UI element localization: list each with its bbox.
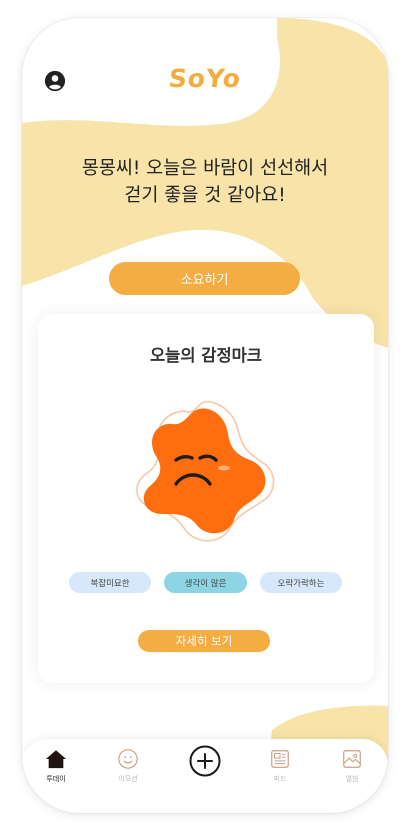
sad-orange-blob-icon (136, 401, 275, 542)
tab-album[interactable]: 앨범 (325, 748, 379, 792)
bottom-tab-bar: 투데이 이모션 피드 앨범 (22, 739, 388, 813)
tab-emotion-label: 이모션 (118, 775, 138, 783)
feed-icon (271, 750, 289, 768)
tab-feed-label: 피드 (273, 775, 287, 783)
emotion-card-title: 오늘의 감정마크 (149, 346, 262, 365)
emotion-tag-list: 복잡미묘한 생각이 많은 오락가락하는 (38, 572, 374, 594)
add-circle-icon (189, 745, 221, 777)
emotion-tag[interactable]: 오락가락하는 (260, 572, 342, 593)
walk-button[interactable]: 소요하기 (109, 262, 300, 295)
greeting-line-2: 걷기 좋을 것 같아요! (124, 185, 286, 206)
detail-view-button[interactable]: 자세히 보기 (138, 630, 270, 652)
emotion-tag[interactable]: 복잡미묘한 (69, 572, 151, 593)
smile-icon (118, 749, 138, 769)
tab-album-label: 앨범 (345, 775, 359, 783)
tab-emotion[interactable]: 이모션 (101, 748, 155, 792)
greeting-line-1: 몽몽씨! 오늘은 바람이 선선해서 (81, 158, 329, 179)
tab-today[interactable]: 투데이 (29, 748, 83, 792)
tab-today-label: 투데이 (46, 775, 66, 783)
tab-add[interactable] (178, 745, 232, 789)
emotion-tag-selected[interactable]: 생각이 많은 (164, 572, 247, 593)
app-logo: SoYo (167, 64, 243, 93)
home-icon (45, 750, 67, 769)
greeting-text: 몽몽씨! 오늘은 바람이 선선해서 걷기 좋을 것 같아요! (42, 155, 368, 209)
tab-feed[interactable]: 피드 (253, 748, 307, 792)
emotion-card: 오늘의 감정마크 복잡미묘한 생각이 많은 오락가락하는 자세히 보기 (38, 314, 374, 683)
image-icon (343, 750, 361, 768)
phone-frame: SoYo 몽몽씨! 오늘은 바람이 선선해서 걷기 좋을 것 같아요! 소요하기… (22, 18, 388, 813)
